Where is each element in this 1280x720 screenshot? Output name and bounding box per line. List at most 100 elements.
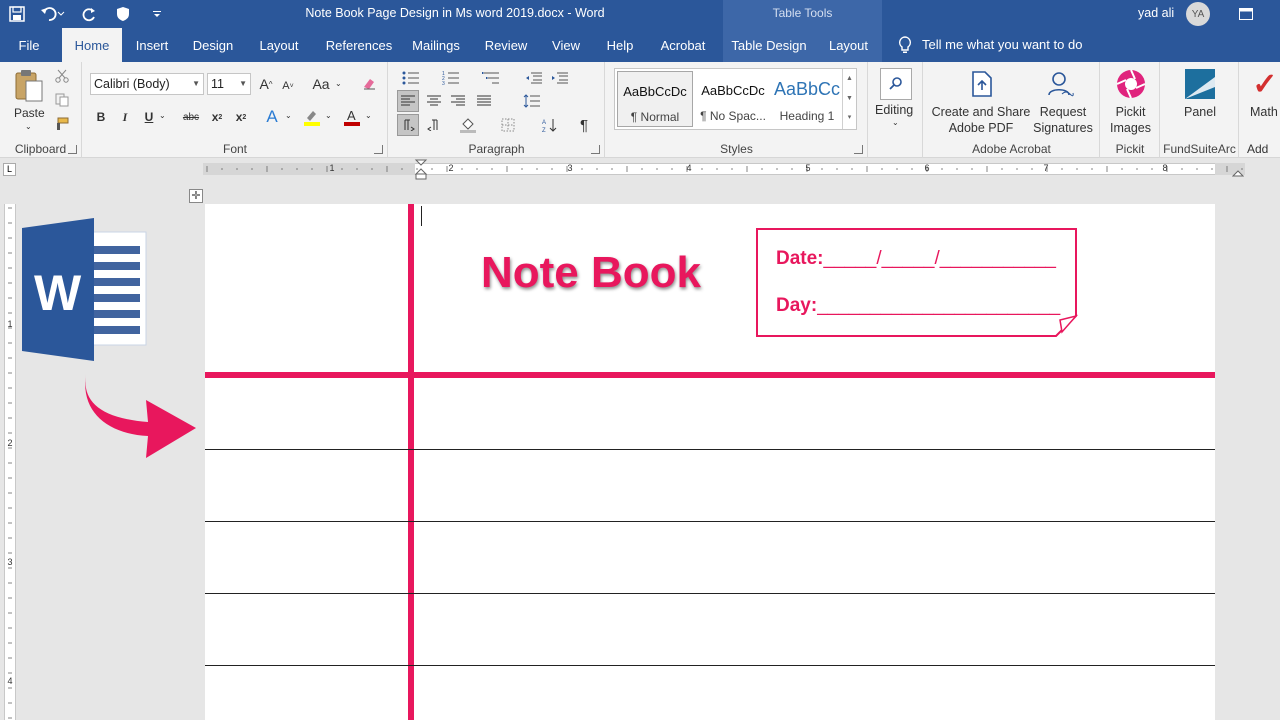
clear-formatting-icon[interactable] [359, 74, 379, 94]
date-row[interactable]: Date:_____/_____/___________ [776, 248, 1056, 270]
text-effects-dropdown-icon[interactable]: ⌄ [285, 111, 292, 120]
align-left-icon[interactable] [397, 90, 419, 112]
underline-dropdown-icon[interactable]: ⌄ [159, 111, 166, 120]
tab-table-layout[interactable]: Layout [815, 28, 882, 62]
tab-design[interactable]: Design [186, 28, 240, 62]
ltr-icon[interactable] [397, 114, 419, 136]
panel-label[interactable]: Panel [1171, 104, 1229, 120]
tab-view[interactable]: View [544, 28, 588, 62]
gallery-more-icon[interactable]: ▾ [843, 109, 856, 127]
math-label[interactable]: Math [1250, 104, 1280, 120]
styles-gallery-scroll[interactable]: ▲ ▼ ▾ [842, 69, 856, 129]
sort-icon[interactable]: AZ [539, 114, 561, 136]
indent-marker-icon[interactable] [414, 159, 428, 181]
day-row[interactable]: Day:_______________________ [776, 295, 1060, 317]
ribbon: Paste ⌄ Clipboard Calibri (Body) ▼ 11 ▼ A ^… [0, 62, 1280, 158]
style-normal[interactable]: AaBbCcDc ¶ Normal [617, 71, 693, 127]
rtl-icon[interactable] [423, 114, 445, 136]
shading-icon[interactable] [455, 114, 481, 136]
font-name-combo[interactable]: Calibri (Body) ▼ [90, 73, 204, 95]
superscript-icon[interactable]: x2 [231, 107, 251, 127]
tab-table-design[interactable]: Table Design [723, 28, 815, 62]
font-color-icon[interactable]: A [341, 106, 363, 128]
highlight-icon[interactable] [301, 106, 323, 128]
subscript-icon[interactable]: x2 [207, 107, 227, 127]
shrink-font-icon[interactable]: A ˅ [279, 76, 297, 96]
paste-label[interactable]: Paste [14, 106, 45, 120]
tab-file[interactable]: File [8, 28, 50, 62]
tab-review[interactable]: Review [478, 28, 534, 62]
increase-indent-icon[interactable] [549, 68, 571, 88]
font-color-dropdown-icon[interactable]: ⌄ [365, 111, 372, 120]
font-name-dropdown-icon[interactable]: ▼ [192, 74, 200, 94]
tell-me-search[interactable]: Tell me what you want to do [898, 28, 1082, 62]
align-center-icon[interactable] [423, 90, 445, 112]
shield-icon[interactable] [106, 0, 140, 28]
change-case-dropdown-icon[interactable]: ⌄ [335, 79, 342, 88]
redo-icon[interactable] [72, 0, 106, 28]
italic-icon[interactable]: I [117, 107, 133, 127]
borders-icon[interactable] [495, 114, 521, 136]
tab-layout[interactable]: Layout [252, 28, 306, 62]
notebook-title[interactable]: Note Book [481, 248, 701, 298]
format-painter-icon[interactable] [52, 114, 72, 134]
paste-dropdown-icon[interactable]: ⌄ [25, 122, 32, 131]
cut-icon[interactable] [52, 66, 72, 86]
request-signatures-label[interactable]: Request Signatures [1032, 104, 1094, 136]
align-right-icon[interactable] [447, 90, 469, 112]
style-no-spacing[interactable]: AaBbCcDc ¶ No Spac... [695, 71, 771, 127]
pickit-images-label[interactable]: Pickit Images [1103, 104, 1158, 136]
ribbon-display-options-icon[interactable] [1236, 4, 1256, 24]
scroll-up-icon[interactable]: ▲ [843, 69, 856, 89]
line-spacing-icon[interactable] [519, 90, 545, 112]
font-size-dropdown-icon[interactable]: ▼ [239, 74, 247, 94]
document-page[interactable]: Note Book Date:_____/_____/___________ D… [205, 204, 1215, 720]
clipboard-launcher-icon[interactable] [68, 145, 77, 154]
tab-help[interactable]: Help [598, 28, 642, 62]
change-case-icon[interactable]: Aa [309, 74, 333, 94]
avatar[interactable]: YA [1186, 2, 1210, 26]
date-box[interactable]: Date:_____/_____/___________ Day:_______… [756, 228, 1078, 337]
right-indent-marker-icon[interactable] [1232, 166, 1244, 178]
tab-selector[interactable]: L [3, 163, 16, 176]
create-pdf-icon[interactable] [966, 68, 998, 100]
save-icon[interactable] [0, 0, 34, 28]
justify-icon[interactable] [473, 90, 495, 112]
text-effects-icon[interactable]: A [261, 106, 283, 128]
show-formatting-marks-icon[interactable]: ¶ [573, 114, 595, 136]
panel-icon[interactable] [1183, 67, 1217, 101]
editing-dropdown-icon[interactable]: ⌄ [892, 118, 899, 127]
highlight-dropdown-icon[interactable]: ⌄ [325, 111, 332, 120]
user-name[interactable]: yad ali [1138, 0, 1174, 28]
strikethrough-icon[interactable]: abc [179, 107, 203, 127]
style-heading-1[interactable]: AaBbCc Heading 1 [769, 71, 845, 127]
math-check-icon[interactable]: ✓ [1248, 67, 1280, 101]
pickit-icon[interactable] [1114, 67, 1148, 101]
styles-launcher-icon[interactable] [854, 145, 863, 154]
editing-label[interactable]: Editing [875, 103, 913, 117]
bold-icon[interactable]: B [93, 107, 109, 127]
undo-icon[interactable] [34, 0, 72, 28]
tab-references[interactable]: References [318, 28, 400, 62]
paste-icon[interactable] [10, 66, 48, 106]
multilevel-list-icon[interactable] [477, 68, 505, 88]
bullets-icon[interactable] [397, 68, 425, 88]
font-launcher-icon[interactable] [374, 145, 383, 154]
table-move-handle[interactable]: ✛ [189, 189, 203, 203]
paragraph-launcher-icon[interactable] [591, 145, 600, 154]
customize-qat-icon[interactable] [140, 0, 174, 28]
grow-font-icon[interactable]: A ^ [257, 74, 275, 94]
request-signatures-icon[interactable] [1044, 68, 1076, 100]
tab-insert[interactable]: Insert [128, 28, 176, 62]
find-icon[interactable] [880, 68, 912, 100]
copy-icon[interactable] [52, 90, 72, 110]
decrease-indent-icon[interactable] [523, 68, 545, 88]
scroll-down-icon[interactable]: ▼ [843, 89, 856, 109]
tab-mailings[interactable]: Mailings [404, 28, 468, 62]
underline-icon[interactable]: U [141, 107, 157, 127]
create-share-pdf-label[interactable]: Create and Share Adobe PDF [930, 104, 1032, 136]
font-size-combo[interactable]: 11 ▼ [207, 73, 251, 95]
tab-acrobat[interactable]: Acrobat [652, 28, 714, 62]
numbering-icon[interactable]: 123 [437, 68, 465, 88]
tab-home[interactable]: Home [62, 28, 122, 62]
